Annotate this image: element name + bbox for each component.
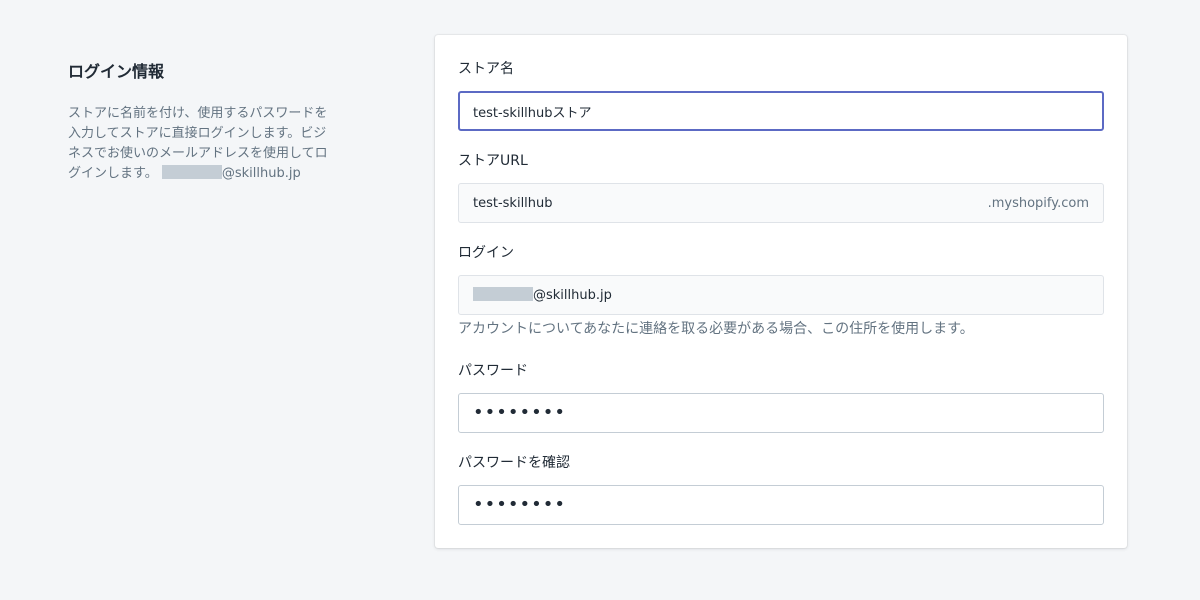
store-url-value: test-skillhub [473, 195, 553, 211]
login-field: ログイン @skillhub.jp アカウントについてあなたに連絡を取る必要があ… [458, 243, 1104, 337]
desc-line-3: ネスでお使いのメールアドレスを使用してロ [68, 146, 328, 161]
password-confirm-field: パスワードを確認 •••••••• [458, 453, 1104, 525]
store-url-field: ストアURL test-skillhub .myshopify.com [458, 151, 1104, 223]
login-info-card: ストア名 test-skillhubストア ストアURL test-skillh… [435, 35, 1127, 548]
section-title: ログイン情報 [68, 62, 165, 81]
password-label: パスワード [458, 363, 528, 379]
login-label: ログイン [458, 245, 514, 261]
password-input[interactable]: •••••••• [458, 393, 1104, 433]
login-help-text: アカウントについてあなたに連絡を取る必要がある場合、この住所を使用します。 [458, 321, 974, 337]
redacted-email-user [473, 287, 533, 301]
section-description: ログイン情報 ストアに名前を付け、使用するパスワードを 入力してストアに直接ログ… [68, 60, 398, 184]
store-name-label: ストア名 [458, 61, 514, 77]
password-confirm-value: •••••••• [473, 494, 566, 515]
desc-line-4: グインします。 [68, 166, 158, 181]
page: ログイン情報 ストアに名前を付け、使用するパスワードを 入力してストアに直接ログ… [0, 0, 1200, 600]
password-confirm-label: パスワードを確認 [458, 455, 570, 471]
desc-line-1: ストアに名前を付け、使用するパスワードを [68, 106, 328, 121]
store-url-input[interactable]: test-skillhub .myshopify.com [458, 183, 1104, 223]
login-email-value: @skillhub.jp [473, 287, 1089, 303]
store-url-label: ストアURL [458, 153, 528, 169]
store-name-field: ストア名 test-skillhubストア [458, 59, 1104, 131]
section-description-text: ストアに名前を付け、使用するパスワードを 入力してストアに直接ログインします。ビ… [68, 104, 398, 184]
store-name-input[interactable]: test-skillhubストア [458, 91, 1104, 131]
login-email-domain: @skillhub.jp [533, 288, 612, 303]
password-field: パスワード •••••••• [458, 361, 1104, 433]
password-value: •••••••• [473, 402, 566, 423]
login-email-input[interactable]: @skillhub.jp [458, 275, 1104, 315]
redacted-email-user [161, 165, 222, 179]
password-confirm-input[interactable]: •••••••• [458, 485, 1104, 525]
desc-line-2: 入力してストアに直接ログインします。ビジ [68, 126, 327, 141]
store-name-value: test-skillhubストア [473, 105, 592, 121]
desc-email-domain: @skillhub.jp [221, 166, 301, 181]
store-url-suffix: .myshopify.com [987, 195, 1089, 211]
